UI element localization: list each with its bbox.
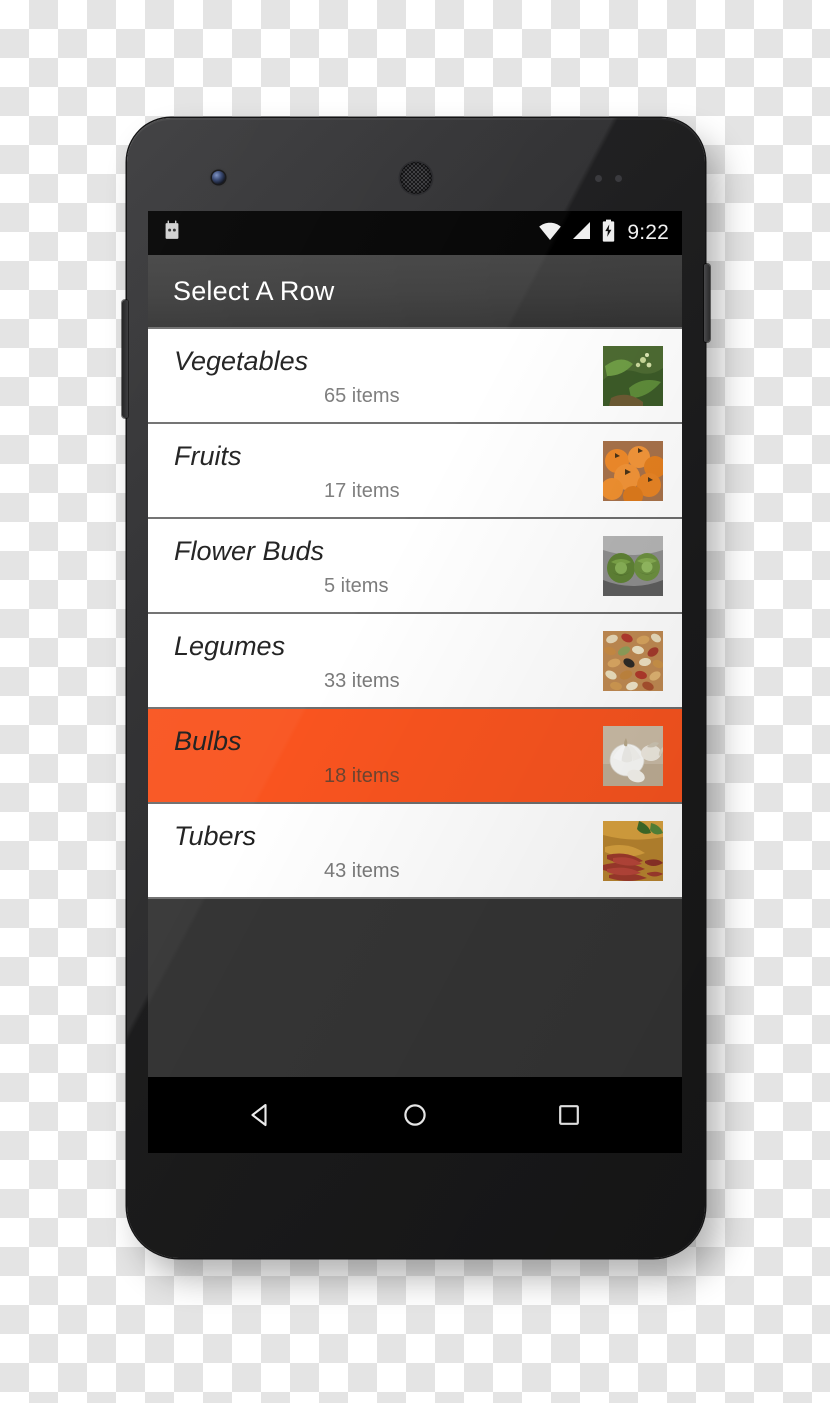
list-item-text: Fruits 17 items [174,424,603,517]
list-item-subtitle: 17 items [324,479,400,502]
list-item-text: Tubers 43 items [174,804,603,897]
list-item-text: Legumes 33 items [174,614,603,707]
list-item[interactable]: Vegetables 65 items [148,329,682,424]
list-item[interactable]: Flower Buds 5 items [148,519,682,614]
list-item-title: Tubers [174,821,257,852]
list-item-title: Fruits [174,441,242,472]
phone-device: 9:22 Select A Row Vegetables 65 items Fr… [122,118,710,1258]
list-item-text: Flower Buds 5 items [174,519,603,612]
list-item-subtitle: 65 items [324,384,400,407]
list-item-selected[interactable]: Bulbs 18 items [148,709,682,804]
status-bar-left [161,220,183,247]
orange-persimmons-thumbnail [603,440,663,501]
artichokes-in-pot-thumbnail [603,535,663,596]
list-item-subtitle: 5 items [324,574,389,597]
list-item[interactable]: Legumes 33 items [148,614,682,709]
cellular-signal-icon [571,221,592,245]
list-item-title: Legumes [174,631,286,662]
front-camera-icon [212,171,225,184]
list-item-title: Bulbs [174,726,242,757]
wifi-full-icon [538,221,562,246]
back-triangle-icon[interactable] [224,1077,298,1153]
mixed-dried-beans-thumbnail [603,630,663,691]
list-item-text: Bulbs 18 items [174,709,603,802]
power-button[interactable] [704,264,710,342]
row-list[interactable]: Vegetables 65 items Fruits 17 items Flow… [148,327,682,899]
empty-list-area [148,899,682,1082]
phone-screen: 9:22 Select A Row Vegetables 65 items Fr… [148,211,682,1153]
list-item-subtitle: 33 items [324,669,400,692]
list-item-title: Vegetables [174,346,309,377]
android-robot-icon [161,220,183,247]
list-item-text: Vegetables 65 items [174,329,603,422]
leafy-green-plant-thumbnail [603,345,663,406]
action-bar: Select A Row [148,255,682,327]
list-item-subtitle: 18 items [324,764,400,787]
list-item-subtitle: 43 items [324,859,400,882]
status-bar: 9:22 [148,211,682,255]
status-bar-clock: 9:22 [627,221,669,244]
status-bar-right: 9:22 [538,219,669,247]
earpiece-speaker-icon [400,162,432,194]
page-title: Select A Row [173,275,335,306]
navigation-bar [148,1077,682,1153]
proximity-sensor-icon [595,175,633,182]
red-root-vegetables-thumbnail [603,820,663,881]
garlic-bulb-thumbnail [603,725,663,786]
home-circle-icon[interactable] [378,1077,452,1153]
list-item[interactable]: Fruits 17 items [148,424,682,519]
list-item[interactable]: Tubers 43 items [148,804,682,899]
volume-button[interactable] [122,300,128,418]
list-item-title: Flower Buds [174,536,325,567]
recents-square-icon[interactable] [532,1077,606,1153]
battery-charging-icon [601,219,616,247]
